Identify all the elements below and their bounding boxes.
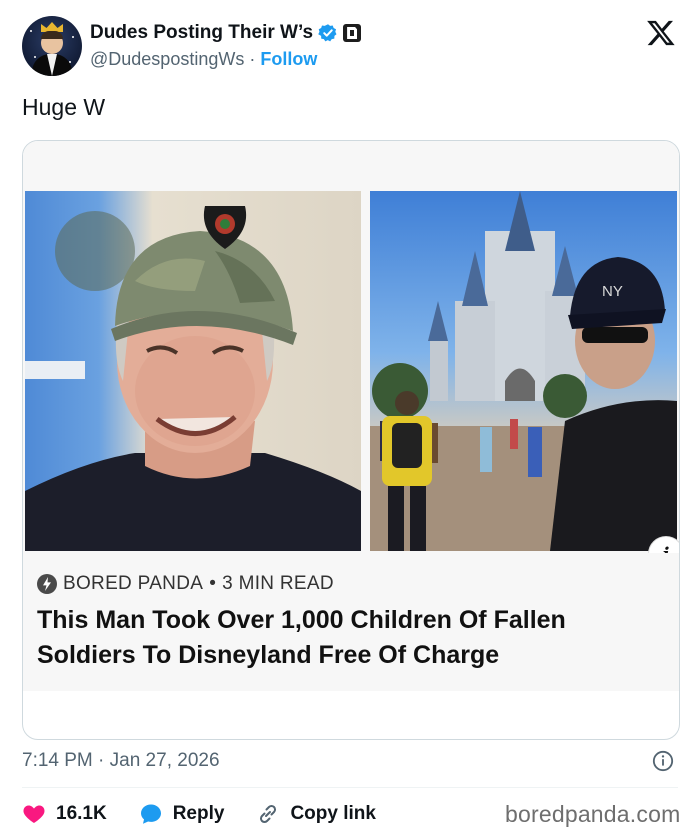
tweet-text: Huge W: [22, 94, 106, 120]
reply-button[interactable]: Reply: [139, 802, 225, 826]
card-source-row: BORED PANDA • 3 MIN READ: [37, 573, 334, 595]
handle-row: @DudespostingWs · Follow: [90, 49, 317, 70]
card-source-dot: •: [209, 573, 217, 594]
display-name[interactable]: Dudes Posting Their W’s: [90, 22, 313, 44]
info-circle-icon[interactable]: [652, 750, 674, 772]
link-icon: [260, 804, 277, 824]
action-bar: 16.1K Reply Copy link: [22, 800, 408, 828]
reply-label: Reply: [172, 803, 225, 824]
bolt-icon: [37, 574, 57, 594]
photo-man-camo-cap: [25, 191, 361, 551]
card-headline[interactable]: This Man Took Over 1,000 Children Of Fal…: [37, 603, 657, 673]
card-meta[interactable]: BORED PANDA • 3 MIN READ This Man Took O…: [23, 553, 679, 691]
tweet-header: Dudes Posting Their W’s @DudespostingWs …: [22, 16, 678, 78]
card-source: BORED PANDA: [63, 573, 204, 594]
verified-badge-icon: [318, 24, 337, 42]
like-count: 16.1K: [56, 803, 107, 824]
card-media[interactable]: NY: [23, 141, 679, 553]
tweet-timestamp[interactable]: 7:14 PM · Jan 27, 2026: [22, 750, 220, 772]
heart-icon: [23, 805, 45, 823]
watermark: boredpanda.com: [505, 801, 681, 827]
link-card[interactable]: NY i BORED PANDA • 3 MIN READ This Man T…: [22, 140, 680, 740]
user-handle[interactable]: @DudespostingWs: [90, 49, 244, 69]
affiliate-badge-icon: [343, 24, 362, 42]
copy-link-label: Copy link: [290, 803, 376, 824]
copy-link-button[interactable]: Copy link: [256, 802, 376, 826]
photo-castle-crowd: NY: [370, 191, 677, 551]
follow-button[interactable]: Follow: [260, 49, 317, 69]
divider: [22, 787, 678, 788]
card-read-time: 3 MIN READ: [222, 573, 334, 594]
handle-separator: ·: [249, 49, 256, 69]
x-logo-icon[interactable]: [646, 18, 676, 48]
profile-avatar[interactable]: [22, 16, 82, 76]
cap-logo-text: NY: [602, 283, 623, 300]
reply-bubble-icon: [140, 804, 161, 824]
like-button[interactable]: 16.1K: [22, 802, 107, 826]
